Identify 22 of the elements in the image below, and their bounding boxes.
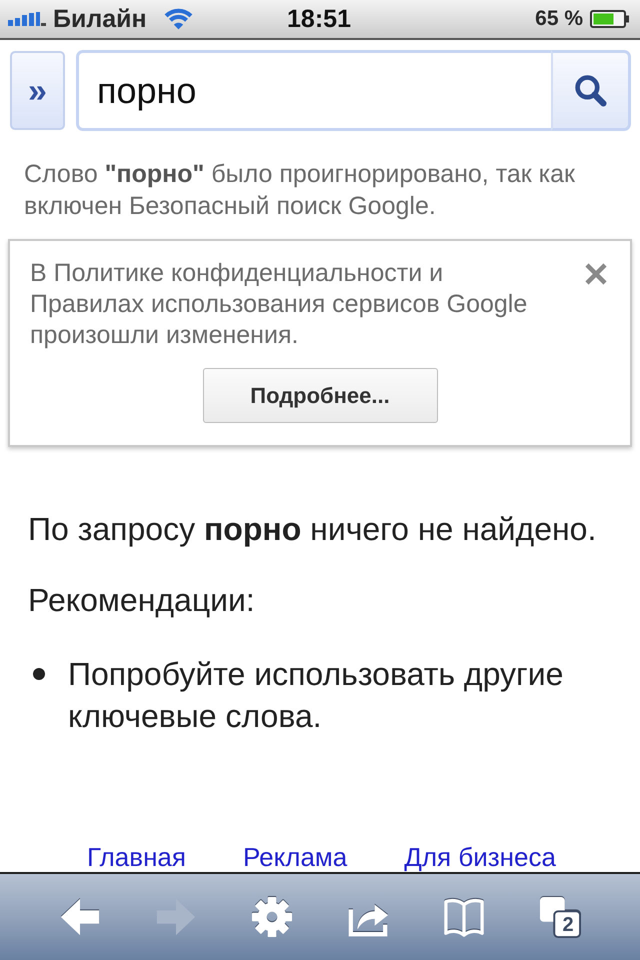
menu-toggle-button[interactable]: » (10, 51, 65, 130)
battery-percentage: 65 % (535, 6, 584, 32)
recommendation-text: Попробуйте использовать другие ключевые слова. (68, 655, 564, 736)
signal-icon (8, 12, 46, 26)
bullet-icon (33, 668, 45, 680)
search-button[interactable] (551, 50, 631, 131)
tabs-button[interactable]: 2 (512, 887, 608, 947)
search-field[interactable]: порно (76, 50, 551, 131)
safe-search-notice: Слово "порно" было проигнорировано, так как включен Безопасный поиск Google. (24, 159, 576, 222)
footer-link[interactable]: Для бизнеса (404, 842, 556, 872)
search-icon (574, 74, 607, 107)
footer-link[interactable]: Реклама (242, 842, 348, 872)
battery-icon (590, 10, 630, 28)
close-icon[interactable] (584, 263, 608, 285)
more-details-button[interactable]: Подробнее... (202, 368, 438, 423)
clock-time: 18:51 (287, 5, 351, 33)
recommendations-heading: Рекомендации: (28, 581, 256, 620)
no-results-message: По запросу порно ничего не найдено. (28, 510, 598, 549)
wifi-icon (162, 7, 194, 31)
carrier-name: Билайн (53, 5, 147, 33)
footer-link[interactable]: Главная (87, 842, 186, 872)
policy-notice-text: В Политике конфиденциальности и Правилах использования сервисов Google произошли изменения. (30, 258, 528, 351)
